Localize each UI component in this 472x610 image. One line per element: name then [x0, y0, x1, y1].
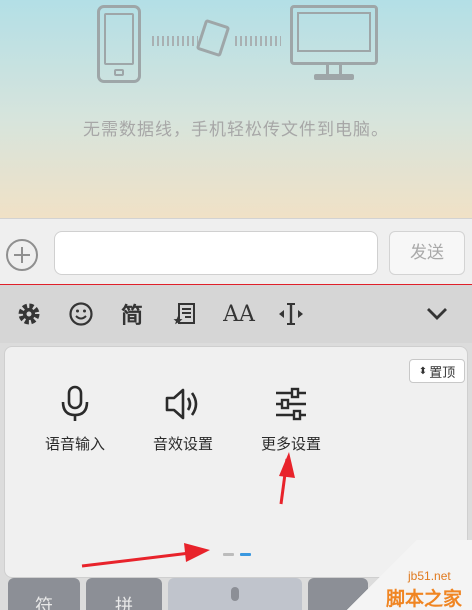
watermark-name: 脚本之家 — [386, 588, 463, 610]
watermark-url: jb51.net — [408, 569, 451, 583]
annotation-arrows — [81, 452, 295, 568]
